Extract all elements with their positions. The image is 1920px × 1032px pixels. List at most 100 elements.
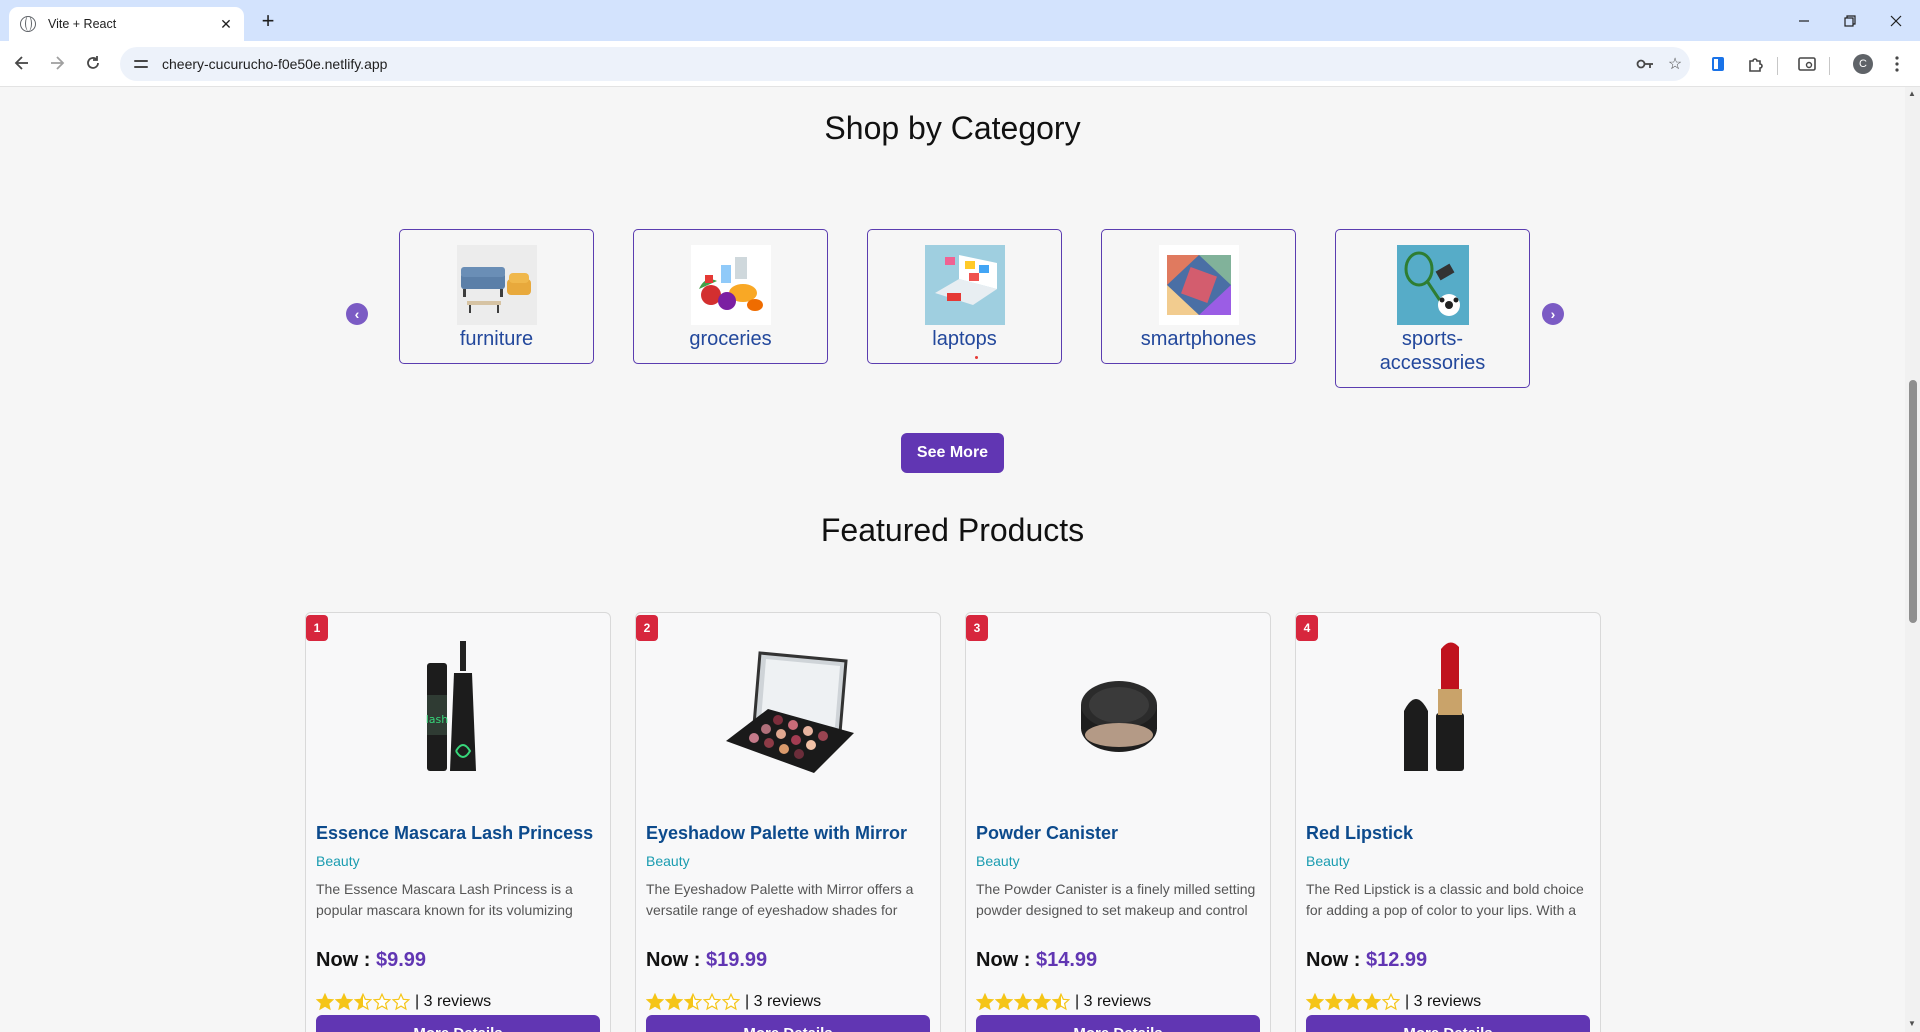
extensions-puzzle-icon[interactable]	[1740, 49, 1770, 79]
scroll-down-arrow-icon[interactable]: ▼	[1908, 1019, 1916, 1028]
category-label: laptops	[932, 328, 997, 350]
forward-arrow-icon[interactable]	[43, 49, 71, 77]
product-price: Now : $19.99	[646, 949, 767, 972]
price-prefix: Now :	[316, 949, 376, 971]
address-bar[interactable]: cheery-cucurucho-f0e50e.netlify.app ☆	[120, 47, 1690, 81]
more-details-button[interactable]: More Details	[1306, 1015, 1590, 1032]
product-name[interactable]: Essence Mascara Lash Princess	[316, 823, 593, 844]
browser-tab[interactable]: Vite + React ✕	[9, 7, 244, 41]
star-half-icon	[684, 993, 702, 1011]
review-count: | 3 reviews	[745, 993, 822, 1010]
bookmark-star-icon[interactable]: ☆	[1660, 49, 1690, 79]
featured-products-heading: Featured Products	[820, 512, 1085, 548]
back-arrow-icon[interactable]	[8, 49, 36, 77]
star-rating	[646, 993, 741, 1011]
rank-badge: 4	[1296, 615, 1318, 641]
product-description: The Eyeshadow Palette with Mirror offers…	[646, 881, 914, 918]
star-full-icon	[995, 993, 1013, 1011]
product-name[interactable]: Red Lipstick	[1306, 823, 1413, 844]
product-rating: | 3 reviews	[976, 993, 1151, 1011]
category-card-groceries[interactable]: groceries	[633, 229, 828, 364]
product-category: Beauty	[316, 853, 360, 869]
smartphones-image	[1158, 245, 1239, 325]
price-prefix: Now :	[976, 949, 1036, 971]
more-details-button[interactable]: More Details	[646, 1015, 930, 1032]
product-description: The Essence Mascara Lash Princess is a p…	[316, 881, 573, 918]
category-label: sports- accessories	[1379, 328, 1486, 374]
review-count: | 3 reviews	[1405, 993, 1482, 1010]
star-empty-icon	[392, 993, 410, 1011]
star-half-icon	[354, 993, 372, 1011]
url-text[interactable]: cheery-cucurucho-f0e50e.netlify.app	[162, 56, 1630, 72]
review-count: | 3 reviews	[1075, 993, 1152, 1010]
star-full-icon	[1325, 993, 1343, 1011]
password-key-icon[interactable]	[1630, 49, 1660, 79]
page-scrollbar[interactable]: ▲ ▼	[1905, 87, 1920, 1032]
reload-icon[interactable]	[79, 49, 107, 77]
star-empty-icon	[373, 993, 391, 1011]
product-card[interactable]: 3 Powder Canister Beauty The Powder Cani…	[965, 612, 1271, 1032]
star-full-icon	[665, 993, 683, 1011]
product-price: Now : $12.99	[1306, 949, 1427, 972]
laptops-image	[924, 245, 1005, 325]
star-full-icon	[1033, 993, 1051, 1011]
mascara-image: lash	[384, 633, 534, 783]
tab-search-icon[interactable]	[1792, 49, 1822, 79]
category-card-sports-accessories[interactable]: sports- accessories	[1335, 229, 1530, 388]
browser-toolbar: cheery-cucurucho-f0e50e.netlify.app ☆ C	[0, 41, 1920, 87]
product-rating: | 3 reviews	[1306, 993, 1481, 1011]
profile-button[interactable]: C	[1848, 49, 1878, 79]
toolbar-divider	[1829, 57, 1830, 75]
product-description: The Red Lipstick is a classic and bold c…	[1306, 881, 1584, 918]
star-empty-icon	[1382, 993, 1400, 1011]
star-full-icon	[646, 993, 664, 1011]
see-more-button[interactable]: See More	[901, 433, 1004, 473]
category-card-laptops[interactable]: laptops	[867, 229, 1062, 364]
browser-tab-strip: Vite + React ✕ +	[0, 0, 1920, 41]
price-value: $19.99	[706, 949, 768, 971]
star-full-icon	[316, 993, 334, 1011]
star-empty-icon	[722, 993, 740, 1011]
product-card[interactable]: 4 Red Lipstick Beauty The Red Lipstick i…	[1295, 612, 1601, 1032]
site-info-icon[interactable]	[134, 57, 150, 71]
star-half-icon	[1052, 993, 1070, 1011]
category-label: smartphones	[1140, 328, 1257, 350]
more-details-button[interactable]: More Details	[316, 1015, 600, 1032]
product-name[interactable]: Eyeshadow Palette with Mirror	[646, 823, 907, 844]
furniture-sofa-image	[456, 245, 537, 325]
loading-dot	[975, 356, 978, 359]
category-card-furniture[interactable]: furniture	[399, 229, 594, 364]
product-price: Now : $9.99	[316, 949, 426, 972]
product-card[interactable]: 1 lash Essence Mascara Lash Princess Bea…	[305, 612, 611, 1032]
product-card[interactable]: 2 Eyeshadow Palette with Mirror Beauty T…	[635, 612, 941, 1032]
toolbar-divider	[1777, 57, 1778, 75]
price-value: $9.99	[376, 949, 427, 971]
rank-badge: 1	[306, 615, 328, 641]
category-label: groceries	[689, 328, 772, 350]
sports-accessories-image	[1396, 245, 1469, 325]
product-name[interactable]: Powder Canister	[976, 823, 1118, 844]
product-price: Now : $14.99	[976, 949, 1097, 972]
carousel-next-arrow-icon[interactable]: ›	[1542, 303, 1564, 325]
eyeshadow-palette-image	[714, 633, 864, 783]
category-card-smartphones[interactable]: smartphones	[1101, 229, 1296, 364]
carousel-prev-arrow-icon[interactable]: ‹	[346, 303, 368, 325]
more-details-button[interactable]: More Details	[976, 1015, 1260, 1032]
scrollbar-thumb[interactable]	[1909, 380, 1917, 623]
category-label: furniture	[459, 328, 534, 350]
star-full-icon	[976, 993, 994, 1011]
close-tab-icon[interactable]: ✕	[218, 16, 234, 33]
close-window-icon[interactable]	[1874, 0, 1918, 41]
new-tab-button[interactable]: +	[254, 8, 282, 34]
star-full-icon	[335, 993, 353, 1011]
scroll-up-arrow-icon[interactable]: ▲	[1908, 89, 1916, 98]
svg-text:lash: lash	[426, 713, 449, 726]
restore-icon[interactable]	[1828, 0, 1872, 41]
minimize-icon[interactable]	[1782, 0, 1826, 41]
groceries-image	[690, 245, 771, 325]
reading-list-icon[interactable]	[1703, 49, 1733, 79]
avatar: C	[1853, 54, 1873, 74]
menu-kebab-icon[interactable]	[1882, 49, 1912, 79]
star-full-icon	[1363, 993, 1381, 1011]
tab-title: Vite + React	[48, 17, 117, 31]
